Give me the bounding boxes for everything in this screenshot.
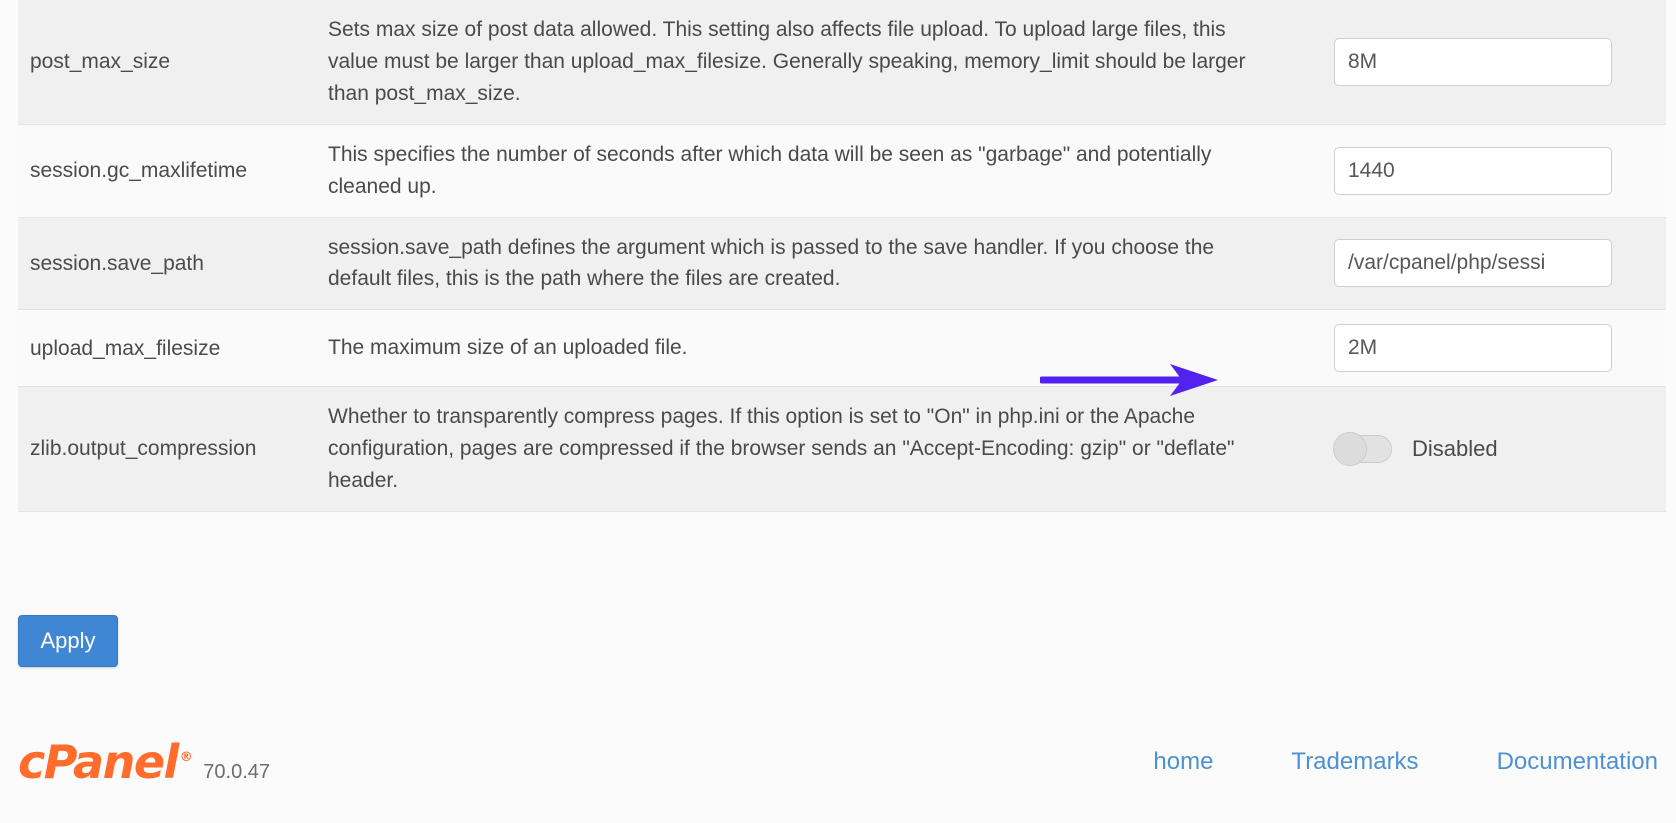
- cpanel-version: 70.0.47: [203, 760, 271, 783]
- setting-name: session.save_path: [30, 251, 204, 275]
- footer-link-documentation[interactable]: Documentation: [1497, 748, 1658, 776]
- setting-description: Sets max size of post data allowed. This…: [328, 18, 1246, 105]
- zlib-output-compression-toggle-wrap: Disabled: [1333, 432, 1650, 467]
- registered-trademark-icon: ®: [179, 750, 193, 766]
- footer-links: home Trademarks Documentation: [1153, 748, 1658, 776]
- toggle-knob: [1333, 432, 1367, 467]
- session-gc-maxlifetime-input[interactable]: [1334, 146, 1612, 195]
- post-max-size-input[interactable]: [1334, 37, 1612, 86]
- settings-table-body: post_max_size Sets max size of post data…: [18, 0, 1666, 513]
- setting-name: post_max_size: [30, 50, 171, 74]
- table-row: upload_max_filesize The maximum size of …: [18, 309, 1666, 388]
- setting-description-cell: This specifies the number of seconds aft…: [328, 124, 1286, 218]
- footer-link-home[interactable]: home: [1153, 748, 1213, 776]
- setting-description-cell: The maximum size of an uploaded file.: [328, 309, 1286, 388]
- toggle-state-label: Disabled: [1412, 436, 1498, 462]
- setting-value-cell: Disabled: [1286, 386, 1666, 513]
- setting-value-cell: [1286, 0, 1666, 125]
- footer-link-trademarks[interactable]: Trademarks: [1291, 748, 1418, 776]
- cpanel-logo: cPanel ®: [18, 739, 193, 785]
- setting-description: This specifies the number of seconds aft…: [328, 142, 1212, 198]
- setting-name-cell: session.save_path: [18, 217, 328, 311]
- setting-name-cell: upload_max_filesize: [18, 309, 328, 388]
- setting-name: session.gc_maxlifetime: [30, 158, 248, 182]
- table-row: session.save_path session.save_path defi…: [18, 217, 1666, 311]
- setting-name: zlib.output_compression: [30, 437, 257, 461]
- setting-name-cell: post_max_size: [18, 0, 328, 125]
- page-footer: cPanel ® 70.0.47 home Trademarks Document…: [0, 700, 1676, 823]
- table-row: post_max_size Sets max size of post data…: [18, 0, 1666, 125]
- setting-value-cell: [1286, 124, 1666, 218]
- setting-name-cell: zlib.output_compression: [18, 386, 328, 513]
- setting-name: upload_max_filesize: [30, 336, 221, 360]
- setting-value-cell: [1286, 217, 1666, 311]
- table-row: zlib.output_compression Whether to trans…: [18, 386, 1666, 513]
- upload-max-filesize-input[interactable]: [1334, 324, 1612, 373]
- setting-description: session.save_path defines the argument w…: [328, 235, 1215, 291]
- setting-name-cell: session.gc_maxlifetime: [18, 124, 328, 218]
- setting-description: Whether to transparently compress pages.…: [328, 405, 1235, 493]
- apply-button[interactable]: Apply: [18, 615, 118, 667]
- zlib-output-compression-toggle[interactable]: [1333, 432, 1392, 467]
- session-save-path-input[interactable]: [1334, 239, 1612, 288]
- setting-description-cell: Whether to transparently compress pages.…: [328, 386, 1286, 513]
- setting-description-cell: Sets max size of post data allowed. This…: [328, 0, 1286, 125]
- php-settings-table: post_max_size Sets max size of post data…: [18, 0, 1666, 513]
- setting-value-cell: [1286, 309, 1666, 388]
- setting-description-cell: session.save_path defines the argument w…: [328, 217, 1286, 311]
- footer-branding: cPanel ® 70.0.47: [18, 739, 270, 785]
- cpanel-logo-text: cPanel: [18, 734, 179, 789]
- setting-description: The maximum size of an uploaded file.: [328, 336, 688, 360]
- table-row: session.gc_maxlifetime This specifies th…: [18, 124, 1666, 218]
